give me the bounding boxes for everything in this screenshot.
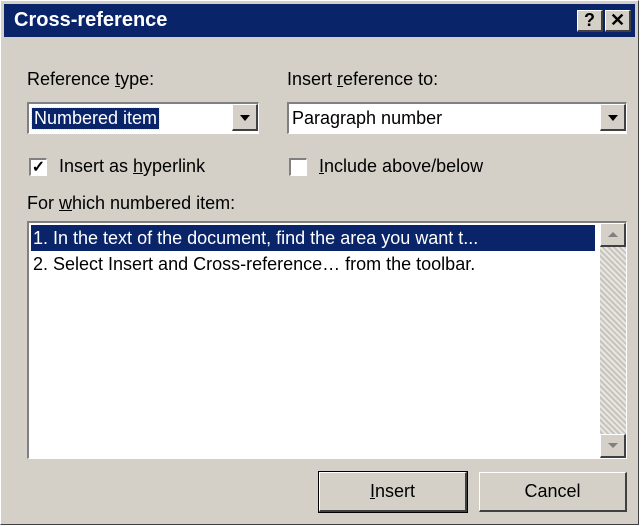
close-button[interactable]: ✕ — [605, 10, 631, 32]
scroll-up-icon[interactable] — [600, 223, 626, 247]
chevron-down-icon[interactable] — [232, 104, 258, 131]
insert-reference-to-label: Insert reference to: — [287, 69, 439, 89]
insert-as-hyperlink-label[interactable]: Insert as hyperlink — [59, 156, 205, 177]
insert-reference-to-value: Paragraph number — [292, 108, 443, 128]
chevron-down-icon[interactable] — [600, 104, 626, 131]
numbered-item-listbox[interactable]: 1. In the text of the document, find the… — [27, 221, 627, 459]
cross-reference-dialog: Cross-reference ? ✕ Reference type: Numb… — [0, 0, 639, 525]
question-mark-icon: ? — [584, 10, 595, 30]
vertical-scrollbar[interactable] — [600, 223, 626, 458]
insert-as-hyperlink-checkbox[interactable]: ✓ — [29, 158, 47, 176]
insert-reference-to-dropdown[interactable]: Paragraph number — [287, 102, 627, 134]
cancel-button[interactable]: Cancel — [479, 472, 627, 512]
title-bar: Cross-reference ? ✕ — [4, 4, 635, 37]
list-item[interactable]: 1. In the text of the document, find the… — [31, 225, 595, 251]
list-item[interactable]: 2. Select Insert and Cross-reference… fr… — [31, 251, 475, 277]
close-icon: ✕ — [609, 10, 626, 30]
numbered-item-list-label: For which numbered item: — [27, 193, 236, 213]
reference-type-dropdown[interactable]: Numbered item — [27, 102, 259, 134]
include-above-below-checkbox[interactable] — [289, 158, 307, 176]
help-button[interactable]: ? — [577, 10, 603, 32]
include-above-below-label[interactable]: Include above/below — [319, 156, 483, 177]
checkmark-icon: ✓ — [31, 159, 46, 176]
reference-type-value: Numbered item — [30, 107, 161, 130]
reference-type-label: Reference type: — [27, 69, 155, 89]
scroll-down-icon[interactable] — [600, 434, 626, 458]
insert-button[interactable]: Insert — [318, 471, 468, 513]
dialog-title: Cross-reference — [14, 9, 168, 31]
